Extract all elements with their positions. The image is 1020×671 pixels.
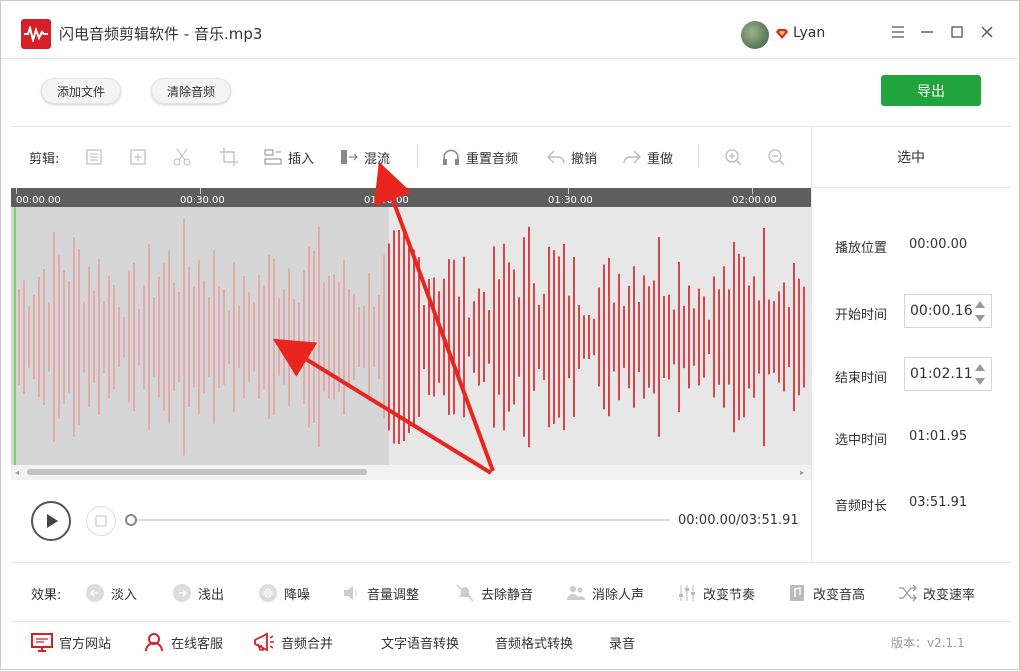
effect-fade-in[interactable]: 淡入 (85, 583, 137, 603)
duration-label: 音频时长 (835, 499, 888, 514)
effect-label: 去除静音 (481, 587, 534, 603)
effect-label: 消除人声 (592, 587, 645, 603)
increment-icon[interactable] (975, 301, 985, 308)
decrement-icon[interactable] (975, 378, 985, 385)
effect-denoise[interactable]: 降噪 (258, 583, 310, 603)
fade-in-icon (86, 584, 104, 602)
effect-label: 改变速率 (923, 587, 976, 603)
mute-icon (456, 584, 474, 602)
end-time-label: 结束时间 (835, 371, 888, 386)
effect-speed[interactable]: 改变速率 (897, 583, 975, 603)
decrement-icon[interactable] (975, 315, 985, 322)
effect-pitch[interactable]: 改变音高 (787, 583, 865, 603)
volume-icon (344, 586, 357, 600)
support-agent-icon (145, 633, 163, 652)
official-site-link[interactable]: 官方网站 (31, 632, 111, 652)
effect-label: 改变音高 (813, 587, 866, 603)
version-label: 版本：v2.1.1 (891, 636, 965, 650)
start-time-spinner[interactable]: 00:00.16 (904, 294, 992, 328)
increment-icon[interactable] (975, 364, 985, 371)
divider (11, 621, 1011, 622)
seek-bar[interactable] (135, 519, 670, 521)
duration-value: 03:51.91 (909, 495, 968, 510)
effect-label: 浅出 (198, 587, 225, 603)
effect-remove-silence[interactable]: 去除静音 (455, 583, 533, 603)
effect-label: 音量调整 (367, 587, 420, 603)
shuffle-icon (899, 584, 917, 602)
divider (11, 562, 1011, 563)
effect-fade-out[interactable]: 浅出 (172, 583, 224, 603)
pitch-icon (790, 585, 804, 601)
seek-handle[interactable] (125, 514, 137, 526)
selected-time-value: 01:01.95 (909, 429, 968, 444)
record-link[interactable]: 录音 (609, 632, 635, 652)
format-convert-link[interactable]: 音频格式转换 (495, 632, 573, 652)
bottom-link-label: 音频合并 (281, 636, 334, 652)
selected-time-label: 选中时间 (835, 433, 888, 448)
denoise-icon (259, 584, 277, 602)
start-time-value[interactable]: 00:00.16 (910, 303, 973, 319)
play-position-value: 00:00.00 (909, 237, 968, 252)
fade-out-icon (173, 584, 191, 602)
bottom-link-label: 官方网站 (59, 636, 112, 652)
stop-button[interactable] (86, 506, 116, 536)
app-window: 闪电音频剪辑软件 - 音乐.mp3 Lyan 添加文件 清除音频 导出 剪辑: … (0, 0, 1020, 670)
playback-time: 00:00.00/03:51.91 (678, 513, 799, 528)
effect-tempo[interactable]: 改变节奏 (677, 583, 755, 603)
tts-link[interactable]: 文字语音转换 (381, 632, 459, 652)
bottom-link-label: 在线客服 (171, 636, 224, 652)
effect-label: 改变节奏 (703, 587, 756, 603)
start-time-label: 开始时间 (835, 308, 888, 323)
audio-merge-link[interactable]: 音频合并 (253, 632, 333, 652)
online-service-link[interactable]: 在线客服 (143, 632, 223, 652)
monitor-icon (31, 633, 53, 652)
effect-remove-vocals[interactable]: 消除人声 (566, 583, 644, 603)
end-time-value[interactable]: 01:02.11 (910, 366, 973, 382)
effect-label: 降噪 (284, 587, 311, 603)
effect-label: 淡入 (111, 587, 138, 603)
play-button[interactable] (31, 501, 71, 541)
equalizer-icon (679, 585, 695, 601)
end-time-spinner[interactable]: 01:02.11 (904, 357, 992, 391)
effect-volume[interactable]: 音量调整 (341, 583, 419, 603)
play-position-label: 播放位置 (835, 241, 888, 256)
effects-label: 效果: (31, 587, 62, 603)
people-icon (567, 586, 585, 600)
annotation-arrows (272, 161, 495, 475)
megaphone-icon (254, 632, 274, 652)
